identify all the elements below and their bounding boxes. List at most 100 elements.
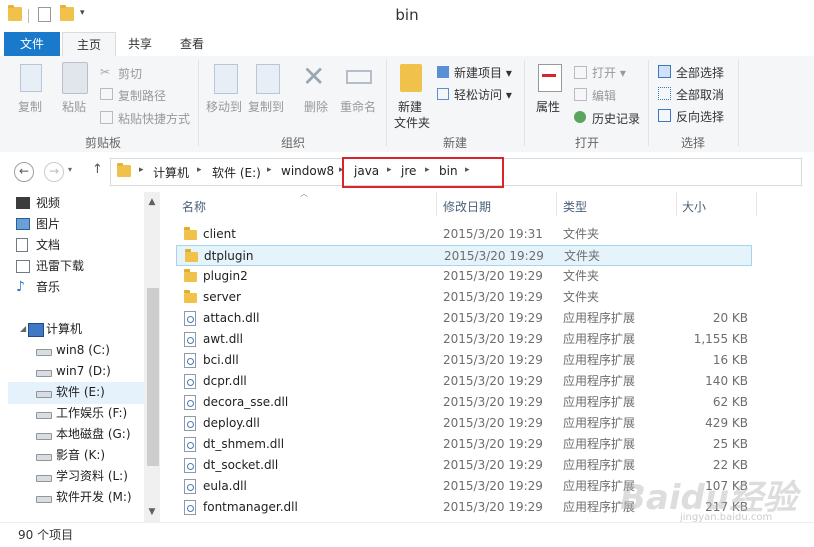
table-row[interactable]: decora_sse.dll 2015/3/20 19:29 应用程序扩展 62… (176, 392, 752, 413)
nav-item-videos[interactable]: 视频 (16, 193, 60, 214)
drive-icon (36, 370, 52, 377)
open-button[interactable]: 打开 ▾ (592, 64, 626, 81)
delete-icon[interactable]: ✕ (302, 60, 325, 93)
scrollbar-thumb[interactable] (147, 288, 159, 466)
new-folder-label-1[interactable]: 新建 (398, 98, 422, 115)
select-none-button[interactable]: 全部取消 (676, 86, 724, 103)
history-button[interactable]: 历史记录 (592, 110, 640, 127)
file-name: bci.dll (203, 353, 239, 367)
file-date: 2015/3/20 19:29 (444, 249, 544, 263)
tab-file[interactable]: 文件 (4, 32, 60, 56)
table-row[interactable]: server 2015/3/20 19:29 文件夹 (176, 287, 752, 308)
paste-button[interactable]: 粘贴 (62, 98, 86, 115)
nav-item-drive-d[interactable]: win7 (D:) (36, 361, 111, 382)
nav-item-label: 音乐 (36, 280, 61, 294)
nav-item-drive-m[interactable]: 软件开发 (M:) (36, 487, 132, 508)
nav-item-drive-k[interactable]: 影音 (K:) (36, 445, 106, 466)
copy-to-button[interactable]: 复制到 (248, 98, 284, 115)
move-to-button[interactable]: 移动到 (206, 98, 242, 115)
chevron-right-icon[interactable]: ▸ (197, 165, 202, 175)
breadcrumb-drive-e[interactable]: 软件 (E:) (212, 164, 261, 181)
table-row[interactable]: dtplugin 2015/3/20 19:29 文件夹 (176, 245, 752, 266)
tab-home[interactable]: 主页 (62, 32, 116, 58)
nav-item-drive-l[interactable]: 学习资料 (L:) (36, 466, 128, 487)
group-separator (198, 60, 199, 146)
table-row[interactable]: client 2015/3/20 19:31 文件夹 (176, 224, 752, 245)
column-header-size[interactable]: 大小 (682, 198, 706, 215)
scroll-up-icon[interactable]: ▲ (144, 194, 160, 210)
scroll-down-icon[interactable]: ▼ (144, 504, 160, 520)
new-folder-label-2[interactable]: 文件夹 (394, 114, 430, 131)
breadcrumb-window8[interactable]: window8 (281, 164, 334, 178)
rename-button[interactable]: 重命名 (340, 98, 376, 115)
table-row[interactable]: dcpr.dll 2015/3/20 19:29 应用程序扩展 140 KB (176, 371, 752, 392)
nav-item-documents[interactable]: 文档 (16, 235, 60, 256)
column-separator[interactable] (436, 192, 437, 216)
invert-selection-button[interactable]: 反向选择 (676, 108, 724, 125)
select-all-button[interactable]: 全部选择 (676, 64, 724, 81)
paste-shortcut-button[interactable]: 粘贴快捷方式 (118, 110, 190, 127)
nav-item-pictures[interactable]: 图片 (16, 214, 60, 235)
nav-item-music[interactable]: ♪ 音乐 (16, 277, 61, 298)
table-row[interactable]: attach.dll 2015/3/20 19:29 应用程序扩展 20 KB (176, 308, 752, 329)
nav-item-drive-e[interactable]: 软件 (E:) (36, 382, 105, 403)
rename-icon[interactable] (346, 70, 372, 84)
table-row[interactable]: deploy.dll 2015/3/20 19:29 应用程序扩展 429 KB (176, 413, 752, 434)
dll-file-icon (184, 437, 196, 452)
copy-button[interactable]: 复制 (18, 98, 42, 115)
download-folder-icon (16, 260, 30, 273)
up-button[interactable]: ↑ (92, 162, 103, 177)
nav-item-drive-c[interactable]: win8 (C:) (36, 340, 110, 361)
file-date: 2015/3/20 19:29 (443, 458, 543, 472)
table-row[interactable]: awt.dll 2015/3/20 19:29 应用程序扩展 1,155 KB (176, 329, 752, 350)
nav-item-label: 软件 (E:) (56, 385, 105, 399)
column-header-type[interactable]: 类型 (563, 198, 587, 215)
chevron-right-icon[interactable]: ▸ (267, 165, 272, 175)
tab-view[interactable]: 查看 (168, 32, 216, 56)
file-date: 2015/3/20 19:29 (443, 374, 543, 388)
properties-button[interactable]: 属性 (536, 98, 560, 115)
properties-icon[interactable] (538, 64, 562, 92)
copy-icon[interactable] (20, 64, 42, 92)
nav-item-label: 影音 (K:) (56, 448, 106, 462)
table-row[interactable]: bci.dll 2015/3/20 19:29 应用程序扩展 16 KB (176, 350, 752, 371)
nav-item-drive-g[interactable]: 本地磁盘 (G:) (36, 424, 131, 445)
tab-share[interactable]: 共享 (116, 32, 164, 56)
table-row[interactable]: plugin2 2015/3/20 19:29 文件夹 (176, 266, 752, 287)
cut-button[interactable]: 剪切 (118, 65, 142, 82)
table-row[interactable]: dt_shmem.dll 2015/3/20 19:29 应用程序扩展 25 K… (176, 434, 752, 455)
edit-button[interactable]: 编辑 (592, 87, 616, 104)
forward-button[interactable]: → (44, 162, 64, 182)
copy-path-button[interactable]: 复制路径 (118, 87, 166, 104)
back-button[interactable]: ← (14, 162, 34, 182)
folder-icon (184, 227, 197, 240)
file-type: 文件夹 (564, 249, 601, 263)
new-item-button[interactable]: 新建项目 ▾ (454, 64, 512, 81)
recent-locations-icon[interactable]: ▾ (68, 165, 72, 174)
invert-selection-icon (658, 109, 671, 122)
drive-icon (36, 412, 52, 419)
expand-arrow-icon[interactable]: ◢ (20, 324, 26, 333)
copy-to-icon[interactable] (256, 64, 280, 94)
column-separator[interactable] (556, 192, 557, 216)
paste-icon[interactable] (62, 62, 88, 94)
drive-icon (36, 349, 52, 356)
column-separator[interactable] (756, 192, 757, 216)
nav-item-drive-f[interactable]: 工作娱乐 (F:) (36, 403, 127, 424)
breadcrumb-computer[interactable]: 计算机 (153, 164, 189, 181)
new-folder-icon[interactable] (400, 64, 422, 92)
annotation-highlight-box (342, 157, 504, 188)
nav-item-thunder-downloads[interactable]: 迅雷下载 (16, 256, 84, 277)
column-separator[interactable] (676, 192, 677, 216)
delete-button[interactable]: 删除 (304, 98, 328, 115)
easy-access-button[interactable]: 轻松访问 ▾ (454, 86, 512, 103)
file-date: 2015/3/20 19:29 (443, 269, 543, 283)
file-name: client (203, 227, 236, 241)
column-header-date[interactable]: 修改日期 (443, 198, 491, 215)
column-header-name[interactable]: 名称 (182, 198, 206, 215)
nav-item-computer[interactable]: 计算机 (28, 319, 82, 340)
chevron-right-icon[interactable]: ▸ (139, 165, 144, 175)
move-to-icon[interactable] (214, 64, 238, 94)
file-date: 2015/3/20 19:29 (443, 395, 543, 409)
dll-file-icon (184, 479, 196, 494)
